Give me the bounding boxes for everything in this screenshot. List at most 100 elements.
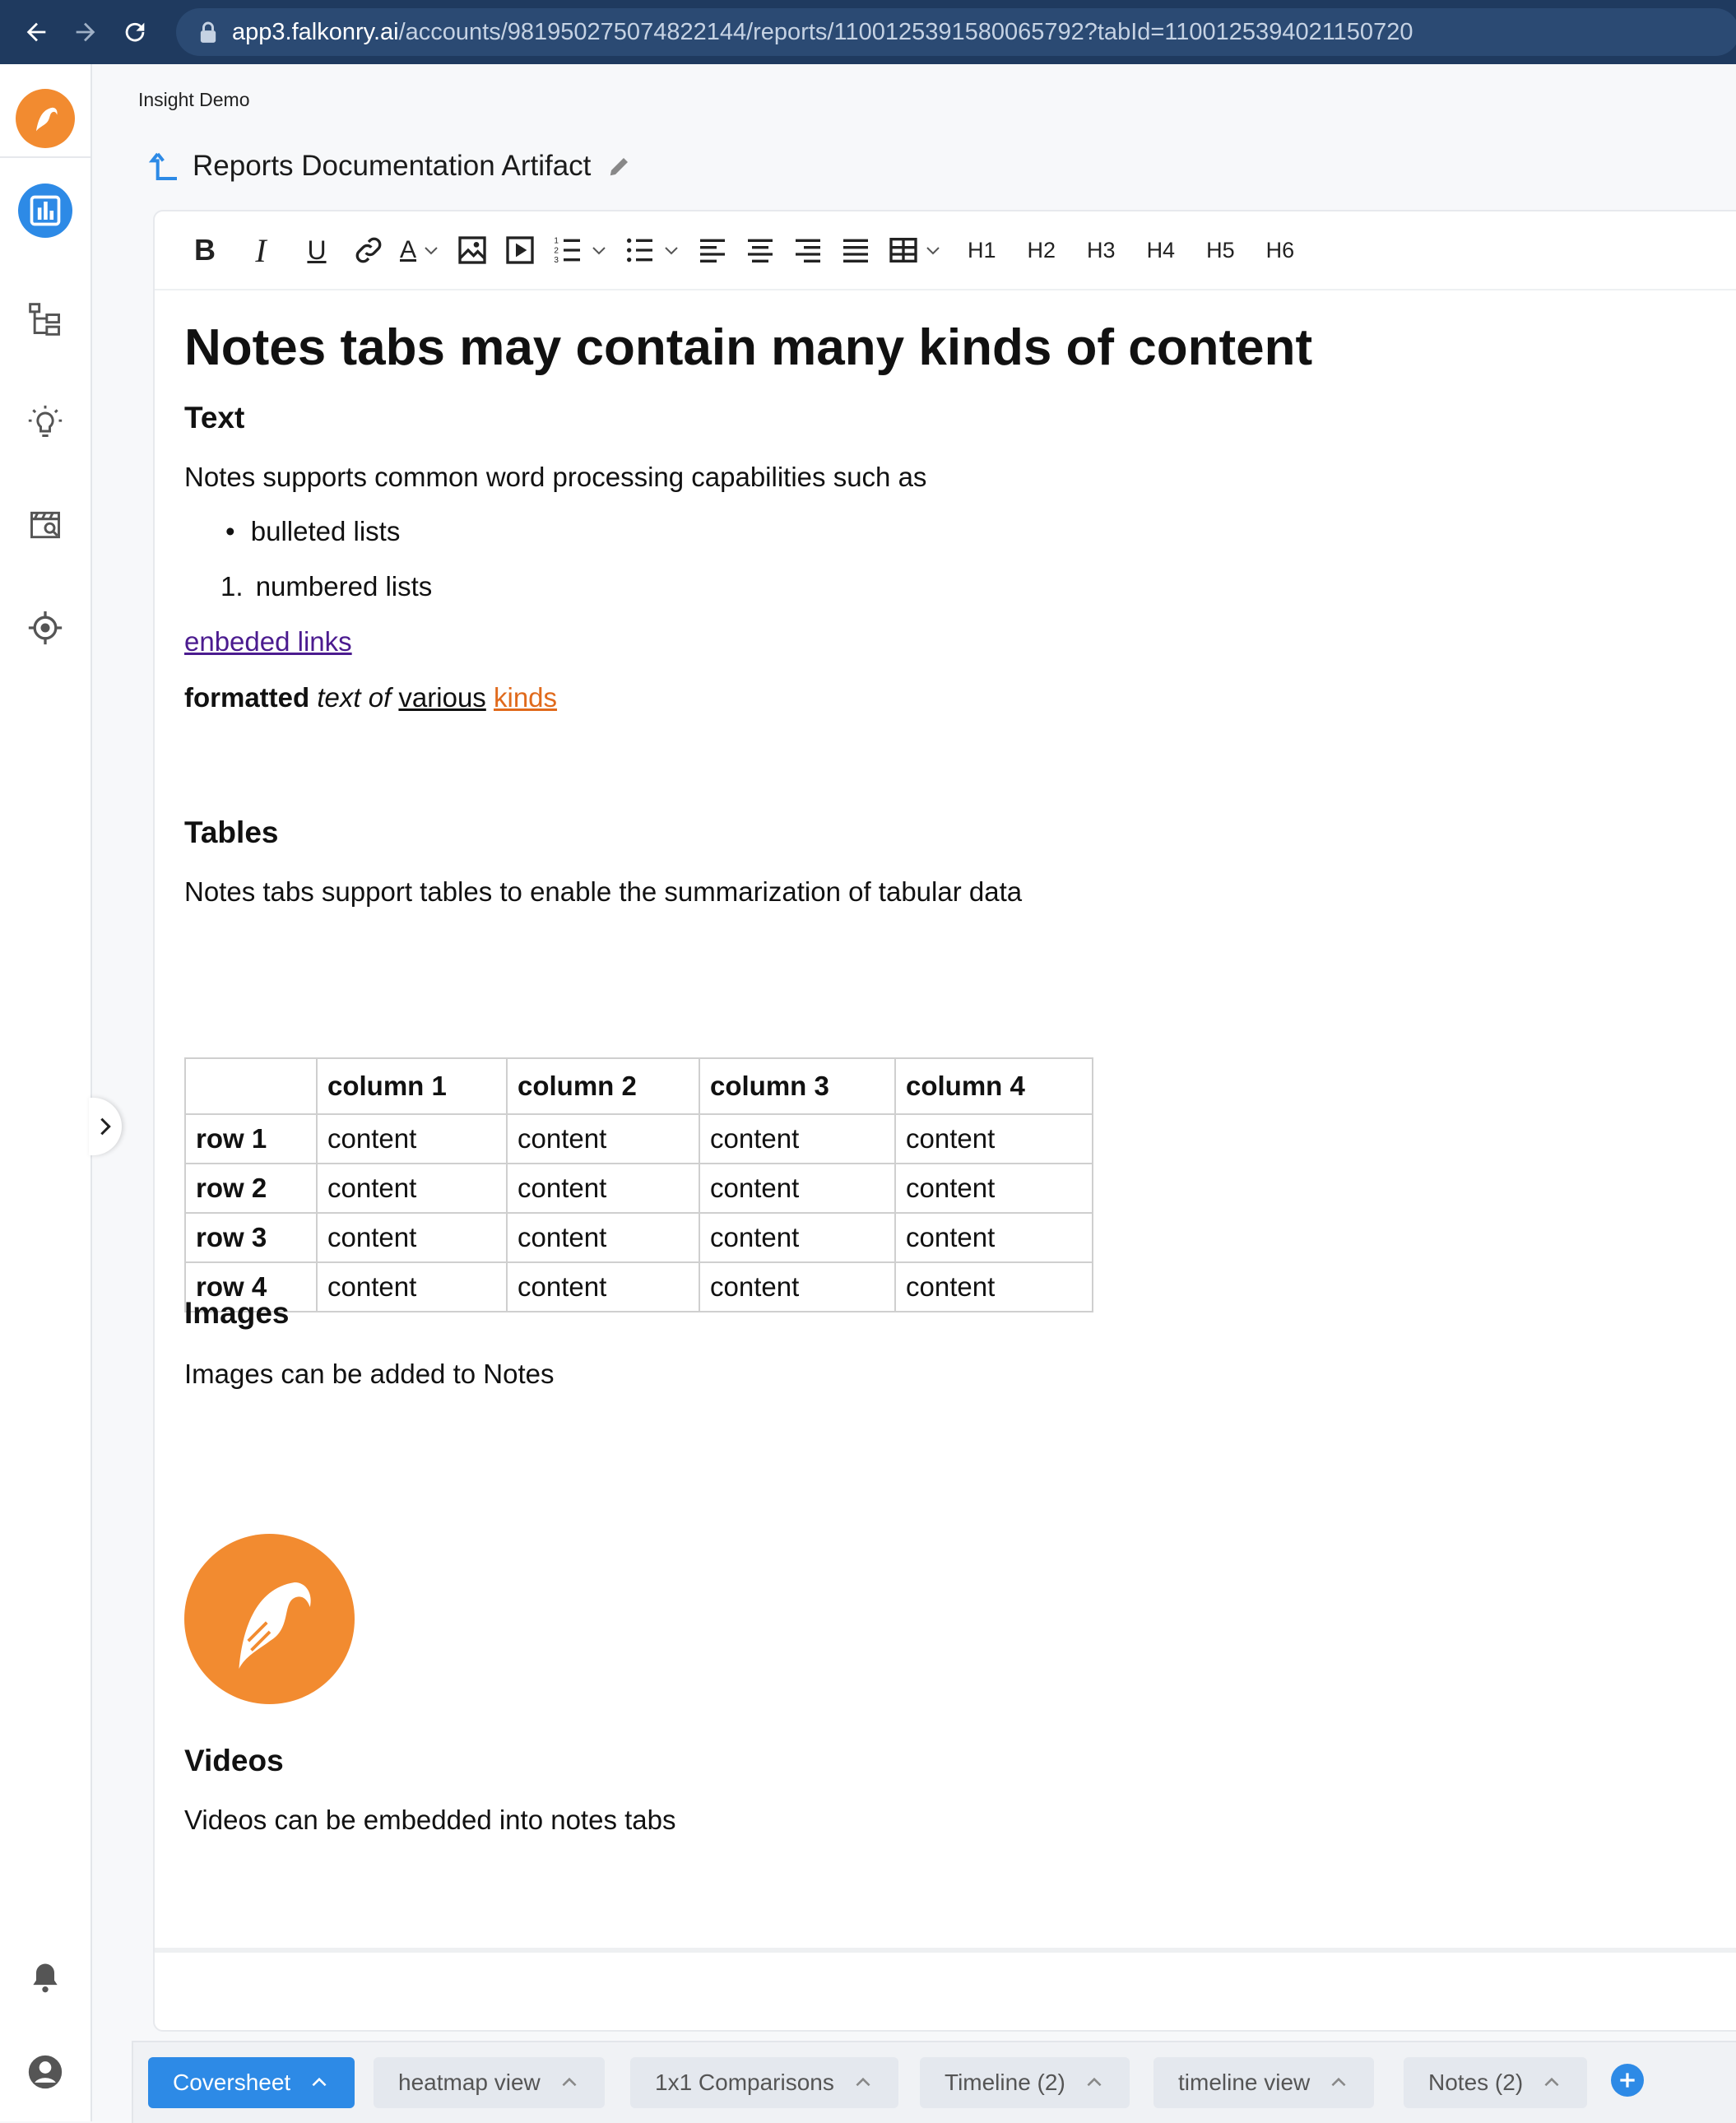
left-navigation-rail	[0, 64, 92, 2121]
table-cell: content	[699, 1163, 896, 1214]
text-section-heading: Text	[184, 401, 245, 434]
edit-title-icon[interactable]	[607, 154, 632, 179]
back-to-reports-icon[interactable]	[148, 150, 181, 183]
underline-button[interactable]: U	[296, 225, 337, 275]
font-color-dropdown[interactable]	[421, 225, 441, 275]
nav-explore[interactable]	[0, 496, 91, 554]
notes-editor: B I U A 123 H1 H2 H3 H4 H5 H6 Notes tabs…	[153, 210, 1736, 2032]
insert-image-button[interactable]	[456, 225, 489, 275]
table-header-cell: column 2	[506, 1057, 700, 1115]
chevron-up-icon[interactable]	[1541, 2072, 1562, 2093]
bullet-marker: •	[225, 516, 243, 546]
heading-1-button[interactable]: H1	[968, 225, 996, 275]
plus-icon	[1620, 2073, 1635, 2088]
tab-timeline-2[interactable]: Timeline (2)	[920, 2057, 1130, 2108]
report-tab-bar: Coversheet heatmap view 1x1 Comparisons …	[132, 2041, 1736, 2123]
address-bar[interactable]: app3.falkonry.ai/accounts/98195027507482…	[176, 8, 1736, 56]
brand-logo[interactable]	[0, 77, 91, 160]
formatted-underline-text: various	[398, 682, 486, 713]
justify-button[interactable]	[839, 225, 872, 275]
nav-targets[interactable]	[0, 599, 91, 657]
table-row-header: row 3	[184, 1212, 318, 1263]
insert-video-button[interactable]	[504, 225, 536, 275]
table-dropdown[interactable]	[923, 225, 943, 275]
link-button[interactable]	[352, 225, 385, 275]
table-cell: content	[506, 1163, 700, 1214]
nav-asset-tree[interactable]	[0, 290, 91, 348]
notes-table[interactable]: column 1 column 2 column 3 column 4 row …	[184, 1057, 1093, 1312]
video-icon	[506, 236, 534, 264]
tab-notes-2[interactable]: Notes (2)	[1404, 2057, 1588, 2108]
browser-toolbar: app3.falkonry.ai/accounts/98195027507482…	[0, 0, 1736, 64]
link-icon	[355, 237, 382, 263]
nav-user-profile[interactable]	[0, 2043, 91, 2101]
chevron-up-icon[interactable]	[1084, 2072, 1105, 2093]
align-center-icon	[748, 239, 773, 262]
nav-reports[interactable]	[0, 179, 91, 242]
heading-4-button[interactable]: H4	[1147, 225, 1176, 275]
reports-nav-badge	[18, 183, 72, 238]
table-cell: content	[506, 1212, 700, 1263]
table-header-cell: column 4	[894, 1057, 1093, 1115]
bulleted-list-dropdown[interactable]	[661, 225, 681, 275]
link-paragraph: enbeded links	[184, 626, 352, 657]
embedded-link[interactable]: enbeded links	[184, 626, 352, 657]
numbered-item-text: numbered lists	[255, 571, 433, 602]
tab-1x1-comparisons[interactable]: 1x1 Comparisons	[630, 2057, 898, 2108]
chevron-up-icon[interactable]	[1328, 2072, 1349, 2093]
table-cell: content	[894, 1113, 1093, 1164]
bulleted-list-button[interactable]	[624, 225, 657, 275]
tab-heatmap-view[interactable]: heatmap view	[374, 2057, 605, 2108]
embedded-logo-image[interactable]	[184, 1534, 355, 1704]
nav-insights[interactable]	[0, 393, 91, 451]
nav-notifications[interactable]	[0, 1949, 91, 2006]
table-cell: content	[316, 1113, 508, 1164]
chevron-up-icon[interactable]	[852, 2072, 874, 2093]
forward-button[interactable]	[61, 0, 110, 64]
rail-divider	[0, 156, 91, 158]
numbered-list-dropdown[interactable]	[589, 225, 609, 275]
table-cell: content	[894, 1261, 1093, 1312]
report-title-row: Reports Documentation Artifact	[148, 145, 632, 188]
url-host: app3.falkonry.ai	[232, 18, 399, 45]
table-cell: content	[316, 1212, 508, 1263]
back-button[interactable]	[12, 0, 61, 64]
heading-6-button[interactable]: H6	[1266, 225, 1295, 275]
formatted-bold-text: formatted	[184, 682, 310, 713]
align-center-button[interactable]	[744, 225, 777, 275]
chevron-up-icon[interactable]	[559, 2072, 580, 2093]
bold-button[interactable]: B	[184, 225, 225, 275]
tab-coversheet[interactable]: Coversheet	[148, 2057, 355, 2108]
chevron-down-icon	[592, 247, 606, 255]
table-header-cell: column 3	[699, 1057, 896, 1115]
table-cell: content	[316, 1163, 508, 1214]
reload-button[interactable]	[110, 0, 160, 64]
table-cell: content	[316, 1261, 508, 1312]
add-tab-button[interactable]	[1611, 2064, 1644, 2097]
formatted-italic-text: text of	[317, 682, 392, 713]
table-cell: content	[699, 1113, 896, 1164]
chevron-up-icon[interactable]	[309, 2072, 330, 2093]
table-row-header: row 1	[184, 1113, 318, 1164]
font-color-button[interactable]: A	[400, 225, 416, 275]
heading-3-button[interactable]: H3	[1087, 225, 1116, 275]
arrow-left-icon	[26, 22, 46, 42]
table-cell: content	[506, 1261, 700, 1312]
report-title: Reports Documentation Artifact	[193, 150, 592, 182]
numbered-list-button[interactable]: 123	[551, 225, 584, 275]
table-icon	[889, 238, 917, 262]
align-left-button[interactable]	[696, 225, 729, 275]
tab-timeline-view[interactable]: timeline view	[1153, 2057, 1375, 2108]
falkonry-bird-icon	[239, 1582, 311, 1669]
heading-5-button[interactable]: H5	[1206, 225, 1235, 275]
hierarchy-icon	[29, 303, 60, 336]
italic-button[interactable]: I	[240, 225, 281, 275]
reload-icon	[125, 22, 145, 42]
align-right-button[interactable]	[791, 225, 824, 275]
table-row: row 1 content content content content	[184, 1113, 1093, 1164]
expand-panel-toggle[interactable]	[89, 1098, 122, 1155]
user-avatar-icon	[28, 2055, 63, 2089]
insert-table-button[interactable]	[887, 225, 920, 275]
heading-2-button[interactable]: H2	[1028, 225, 1056, 275]
svg-text:3: 3	[554, 256, 559, 265]
